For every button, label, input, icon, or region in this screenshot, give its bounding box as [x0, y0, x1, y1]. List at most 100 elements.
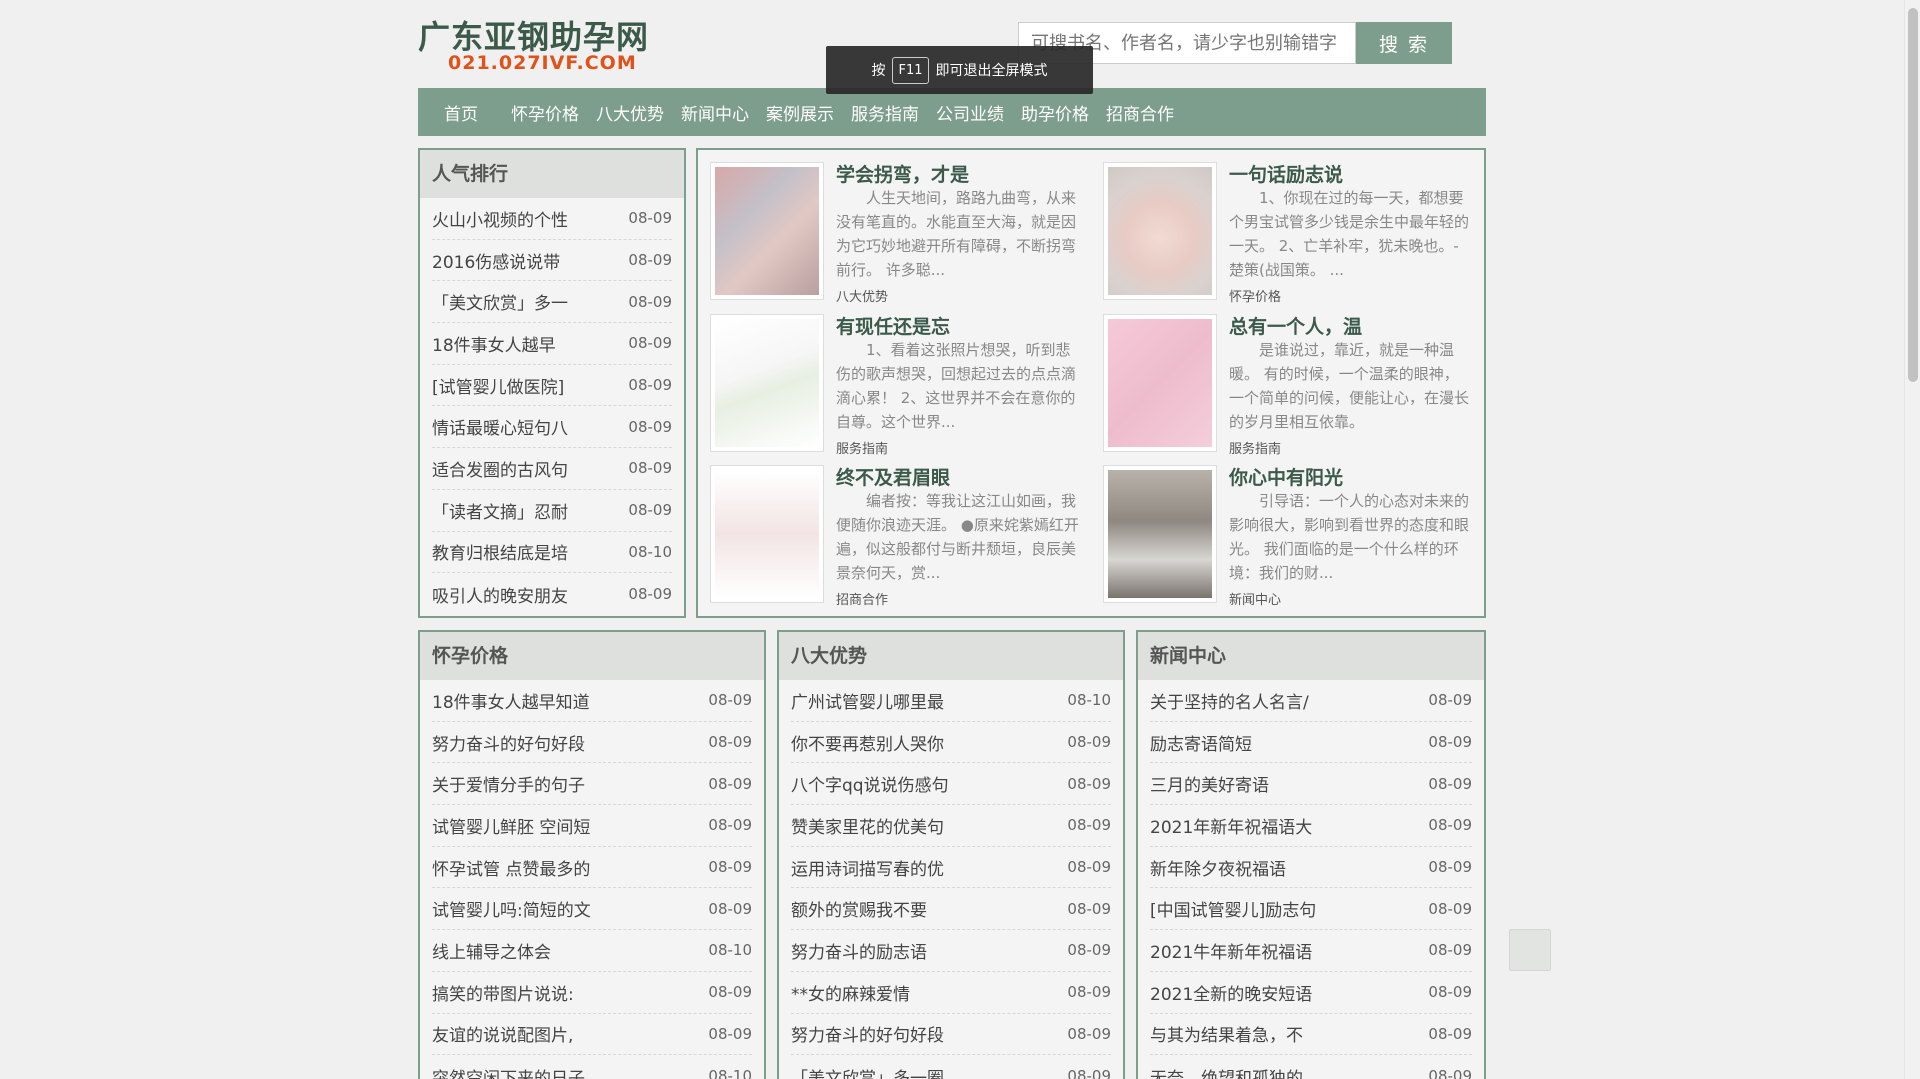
- article-card[interactable]: 你心中有阳光 引导语：一个人的心态对未来的影响很大，影响到看世界的态度和眼光。 我…: [1103, 453, 1485, 608]
- list-item-title[interactable]: 线上辅导之体会: [432, 938, 551, 963]
- article-title[interactable]: 有现任还是忘: [836, 312, 950, 339]
- article-thumbnail[interactable]: [1103, 314, 1217, 452]
- list-item[interactable]: 18件事女人越早知道 08-09: [432, 680, 752, 722]
- nav-item-home[interactable]: 首页: [444, 100, 478, 125]
- article-category[interactable]: 招商合作: [836, 589, 888, 608]
- list-item[interactable]: 18件事女人越早 08-09: [432, 323, 672, 365]
- list-item[interactable]: 与其为结果着急，不 08-09: [1150, 1014, 1472, 1056]
- list-item-title[interactable]: 三月的美好寄语: [1150, 771, 1269, 796]
- article-category[interactable]: 新闻中心: [1229, 589, 1281, 608]
- scrollbar-thumb[interactable]: [1908, 8, 1918, 382]
- nav-item-service-guide[interactable]: 服务指南: [851, 100, 919, 125]
- article-title[interactable]: 终不及君眉眼: [836, 463, 950, 490]
- list-item-title[interactable]: 你不要再惹别人哭你: [791, 730, 944, 755]
- list-item-title[interactable]: 教育归根结底是培: [432, 539, 568, 564]
- list-item-title[interactable]: 搞笑的带图片说说:: [432, 980, 574, 1005]
- list-item[interactable]: 友谊的说说配图片, 08-09: [432, 1014, 752, 1056]
- list-item[interactable]: [中国试管婴儿]励志句 08-09: [1150, 888, 1472, 931]
- list-item-title[interactable]: 2016伤感说说带: [432, 248, 560, 273]
- list-item-title[interactable]: 努力奋斗的好句好段: [791, 1021, 944, 1046]
- list-item-title[interactable]: 运用诗词描写春的优: [791, 855, 944, 880]
- list-item-title[interactable]: 2021全新的晚安短语: [1150, 980, 1312, 1005]
- article-card[interactable]: 终不及君眉眼 编者按：等我让这江山如画，我便随你浪迹天涯。 ●原来姹紫嫣红开遍，似…: [710, 453, 1092, 608]
- list-item[interactable]: 努力奋斗的好句好段 08-09: [791, 1014, 1111, 1056]
- list-item[interactable]: 2021年新年祝福语大 08-09: [1150, 805, 1472, 847]
- list-item[interactable]: 努力奋斗的好句好段 08-09: [432, 722, 752, 764]
- list-item[interactable]: 励志寄语简短 08-09: [1150, 722, 1472, 764]
- nav-item-news[interactable]: 新闻中心: [681, 100, 749, 125]
- list-item[interactable]: 2021全新的晚安短语 08-09: [1150, 972, 1472, 1014]
- list-item-title[interactable]: 吸引人的晚安朋友: [432, 582, 568, 607]
- article-thumbnail[interactable]: [710, 465, 824, 603]
- list-item-title[interactable]: 友谊的说说配图片,: [432, 1021, 573, 1046]
- list-item-title[interactable]: 怀孕试管 点赞最多的: [432, 855, 590, 880]
- list-item[interactable]: 关于坚持的名人名言/08-09: [1150, 680, 1472, 722]
- list-item-title[interactable]: 2021牛年新年祝福语: [1150, 938, 1312, 963]
- list-item[interactable]: 试管婴儿鲜胚 空间短 08-09: [432, 805, 752, 847]
- list-item[interactable]: 努力奋斗的励志语 08-09: [791, 930, 1111, 972]
- list-item[interactable]: 火山小视频的个性 08-09: [432, 198, 672, 240]
- vertical-scrollbar[interactable]: [1904, 0, 1920, 1079]
- list-item-title[interactable]: 试管婴儿吗:简短的文: [432, 896, 591, 921]
- nav-item-advantages[interactable]: 八大优势: [596, 100, 664, 125]
- list-item[interactable]: 「读者文摘」忍耐 08-09: [432, 490, 672, 532]
- list-item-title[interactable]: 新年除夕夜祝福语: [1150, 855, 1286, 880]
- list-item-title[interactable]: 突然空闲下来的日子: [432, 1064, 585, 1079]
- article-title[interactable]: 学会拐弯，才是: [836, 160, 969, 187]
- nav-item-company[interactable]: 公司业绩: [936, 100, 1004, 125]
- list-item[interactable]: 新年除夕夜祝福语 08-09: [1150, 847, 1472, 889]
- list-item-title[interactable]: 赞美家里花的优美句: [791, 813, 944, 838]
- article-title[interactable]: 总有一个人，温: [1229, 312, 1362, 339]
- list-item[interactable]: 突然空闲下来的日子 08-10: [432, 1055, 752, 1079]
- list-item[interactable]: 怀孕试管 点赞最多的 08-09: [432, 847, 752, 889]
- article-title[interactable]: 你心中有阳光: [1229, 463, 1343, 490]
- list-item-title[interactable]: 努力奋斗的好句好段: [432, 730, 585, 755]
- nav-item-cases[interactable]: 案例展示: [766, 100, 834, 125]
- article-thumbnail[interactable]: [710, 314, 824, 452]
- article-card[interactable]: 总有一个人，温 是谁说过，靠近，就是一种温暖。 有的时候，一个温柔的眼神，一个简单…: [1103, 302, 1485, 457]
- list-item[interactable]: 试管婴儿吗:简短的文 08-09: [432, 888, 752, 931]
- back-to-top-button[interactable]: [1509, 929, 1551, 971]
- list-item[interactable]: 赞美家里花的优美句 08-09: [791, 805, 1111, 847]
- list-item-title[interactable]: 关于坚持的名人名言/: [1150, 688, 1309, 713]
- article-thumbnail[interactable]: [710, 162, 824, 300]
- list-item-title[interactable]: 额外的赏赐我不要: [791, 896, 927, 921]
- list-item-title[interactable]: 广州试管婴儿哪里最: [791, 688, 944, 713]
- list-item[interactable]: 三月的美好寄语 08-09: [1150, 763, 1472, 806]
- list-item[interactable]: 2021牛年新年祝福语 08-09: [1150, 930, 1472, 972]
- search-button[interactable]: 搜 索: [1356, 22, 1452, 64]
- list-item-title[interactable]: 「读者文摘」忍耐: [432, 498, 568, 523]
- list-item[interactable]: 关于爱情分手的句子 08-09: [432, 763, 752, 806]
- list-item-title[interactable]: 火山小视频的个性: [432, 206, 568, 231]
- list-item-title[interactable]: 适合发圈的古风句: [432, 456, 568, 481]
- list-item-title[interactable]: [中国试管婴儿]励志句: [1150, 896, 1316, 921]
- list-item[interactable]: **女的麻辣爱情 08-09: [791, 972, 1111, 1014]
- article-thumbnail[interactable]: [1103, 465, 1217, 603]
- list-item[interactable]: 「美文欣赏」多一圈 08-09: [791, 1055, 1111, 1079]
- list-item-title[interactable]: 无奈，绝望和孤独的: [1150, 1064, 1303, 1079]
- list-item[interactable]: 2016伤感说说带 08-09: [432, 240, 672, 282]
- list-item-title[interactable]: [试管婴儿做医院]: [432, 373, 564, 398]
- list-item[interactable]: 吸引人的晚安朋友 08-09: [432, 573, 672, 615]
- list-item[interactable]: 八个字qq说说伤感句 08-09: [791, 763, 1111, 806]
- list-item-title[interactable]: 2021年新年祝福语大: [1150, 813, 1312, 838]
- list-item-title[interactable]: 关于爱情分手的句子: [432, 771, 585, 796]
- list-item[interactable]: 你不要再惹别人哭你 08-09: [791, 722, 1111, 764]
- list-item-title[interactable]: 情话最暖心短句八: [432, 414, 568, 439]
- list-item-title[interactable]: **女的麻辣爱情: [791, 980, 910, 1005]
- list-item[interactable]: 「美文欣赏」多一 08-09: [432, 281, 672, 324]
- list-item-title[interactable]: 试管婴儿鲜胚 空间短: [432, 813, 590, 838]
- list-item[interactable]: 运用诗词描写春的优 08-09: [791, 847, 1111, 889]
- list-item[interactable]: 适合发圈的古风句 08-09: [432, 448, 672, 490]
- list-item[interactable]: 情话最暖心短句八 08-09: [432, 406, 672, 449]
- list-item-title[interactable]: 八个字qq说说伤感句: [791, 771, 949, 796]
- list-item[interactable]: 教育归根结底是培 08-10: [432, 532, 672, 574]
- list-item-title[interactable]: 18件事女人越早: [432, 331, 556, 356]
- article-card[interactable]: 有现任还是忘 1、看着这张照片想哭，听到悲伤的歌声想哭，回想起过去的点点滴滴心累！…: [710, 302, 1092, 457]
- list-item-title[interactable]: 「美文欣赏」多一: [432, 289, 568, 314]
- article-thumbnail[interactable]: [1103, 162, 1217, 300]
- nav-item-surrogacy-price[interactable]: 助孕价格: [1021, 100, 1089, 125]
- nav-item-pregnancy-price[interactable]: 怀孕价格: [511, 100, 579, 125]
- article-title[interactable]: 一句话励志说: [1229, 160, 1343, 187]
- list-item-title[interactable]: 努力奋斗的励志语: [791, 938, 927, 963]
